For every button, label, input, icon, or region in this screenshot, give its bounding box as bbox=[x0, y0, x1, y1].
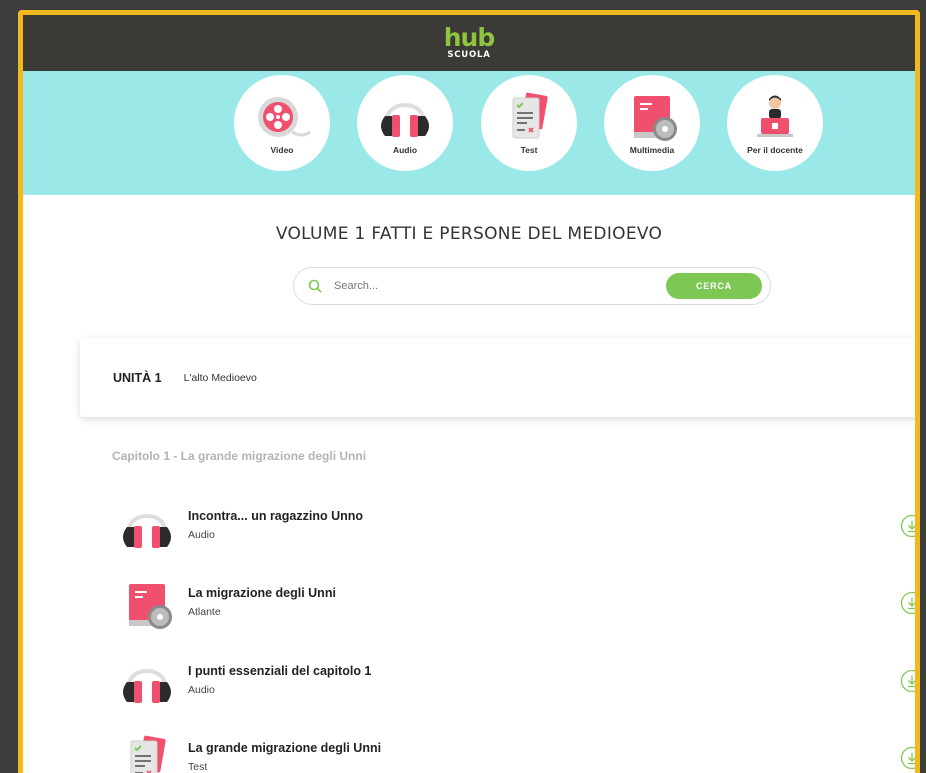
hub-scuola-logo[interactable]: hub SCUOLA bbox=[443, 23, 495, 60]
resource-title[interactable]: La migrazione degli Unni bbox=[188, 586, 336, 600]
resource-item[interactable]: Incontra... un ragazzino Unno Audio bbox=[117, 503, 917, 563]
chapter-title: Capitolo 1 - La grande migrazione degli … bbox=[112, 449, 367, 463]
top-header: hub SCUOLA bbox=[23, 15, 915, 71]
resource-type: Test bbox=[188, 761, 208, 773]
book-cd-icon bbox=[622, 91, 682, 143]
resource-item[interactable]: La migrazione degli Unni Atlante bbox=[117, 580, 917, 640]
category-per-il-docente[interactable]: Per il docente bbox=[727, 75, 823, 171]
category-multimedia[interactable]: Multimedia bbox=[604, 75, 700, 171]
download-icon[interactable] bbox=[900, 669, 920, 693]
app-frame: hub SCUOLA Video Audio Test Multimedia P… bbox=[18, 10, 920, 773]
resource-title[interactable]: La grande migrazione degli Unni bbox=[188, 741, 381, 755]
unit-number: UNITÀ 1 bbox=[113, 370, 162, 385]
category-label: Per il docente bbox=[747, 145, 803, 155]
page-title: VOLUME 1 FATTI E PERSONE DEL MEDIOEVO bbox=[275, 224, 663, 244]
category-label: Audio bbox=[392, 145, 418, 155]
test-sheet-icon bbox=[117, 735, 177, 773]
resource-type: Audio bbox=[188, 684, 215, 696]
category-bar: Video Audio Test Multimedia Per il docen… bbox=[23, 71, 915, 195]
unit-name: L'alto Medioevo bbox=[183, 371, 257, 384]
test-sheet-icon bbox=[499, 91, 559, 143]
book-cd-icon bbox=[117, 580, 177, 630]
search-icon bbox=[306, 277, 324, 295]
resource-item[interactable]: I punti essenziali del capitolo 1 Audio bbox=[117, 658, 917, 718]
headphones-icon bbox=[375, 91, 435, 143]
download-icon[interactable] bbox=[900, 591, 920, 615]
headphones-icon bbox=[117, 658, 177, 708]
category-audio[interactable]: Audio bbox=[357, 75, 453, 171]
resource-title[interactable]: I punti essenziali del capitolo 1 bbox=[188, 664, 371, 678]
film-reel-icon bbox=[252, 91, 312, 143]
category-label: Multimedia bbox=[629, 145, 675, 155]
download-icon[interactable] bbox=[900, 746, 920, 770]
headphones-icon bbox=[117, 503, 177, 553]
resource-item[interactable]: La grande migrazione degli Unni Test bbox=[117, 735, 917, 773]
logo-scuola-text: SCUOLA bbox=[447, 50, 491, 60]
logo-hub-text: hub bbox=[443, 23, 495, 52]
category-label: Test bbox=[520, 145, 538, 155]
unit-card[interactable]: UNITÀ 1 L'alto Medioevo bbox=[80, 338, 915, 417]
download-icon[interactable] bbox=[900, 514, 920, 538]
category-test[interactable]: Test bbox=[481, 75, 577, 171]
resource-type: Atlante bbox=[188, 606, 221, 618]
resource-type: Audio bbox=[188, 529, 215, 541]
resource-title[interactable]: Incontra... un ragazzino Unno bbox=[188, 509, 363, 523]
teacher-laptop-icon bbox=[745, 91, 805, 143]
category-label: Video bbox=[270, 145, 294, 155]
cerca-button[interactable]: CERCA bbox=[666, 273, 762, 299]
search-input[interactable] bbox=[332, 279, 666, 293]
category-video[interactable]: Video bbox=[234, 75, 330, 171]
search-bar: CERCA bbox=[293, 267, 771, 305]
